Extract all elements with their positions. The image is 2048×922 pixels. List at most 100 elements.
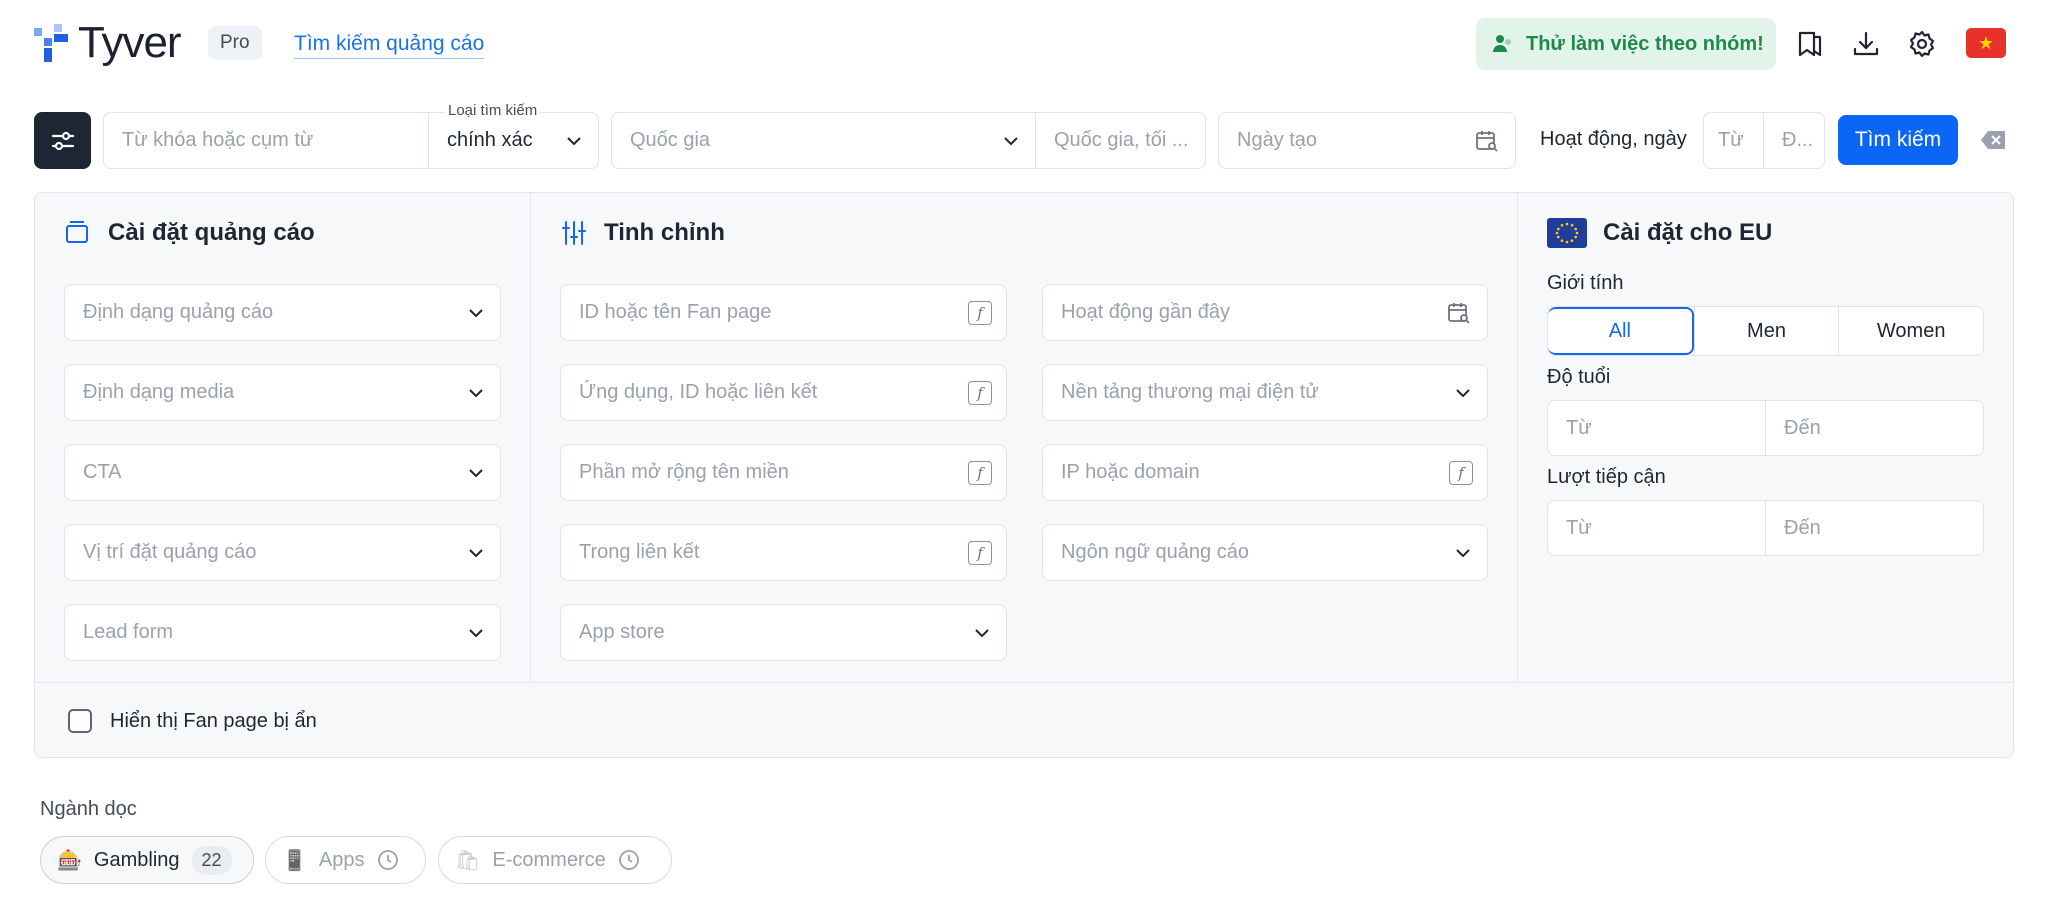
- ecommerce-platform-select[interactable]: Nền tảng thương mại điện tử: [1042, 364, 1488, 421]
- panel-divider: [1517, 193, 1518, 682]
- ad-settings-icon: [66, 221, 88, 243]
- logo-text[interactable]: Tyver: [78, 18, 182, 68]
- chevron-down-icon: [469, 388, 483, 397]
- country-extra-placeholder: Quốc gia, tối ...: [1054, 129, 1189, 151]
- filters-toggle-button[interactable]: [34, 112, 91, 169]
- refine-title: Tinh chỉnh: [604, 219, 725, 246]
- verticals-label: Ngành dọc: [40, 798, 137, 820]
- chevron-down-icon: [1456, 548, 1470, 557]
- formula-icon: f: [968, 380, 992, 405]
- domain-extension-placeholder: Phần mở rộng tên miền: [579, 461, 789, 483]
- age-from-input[interactable]: Từ: [1548, 401, 1765, 455]
- in-link-input[interactable]: Trong liên kết f: [560, 524, 1007, 581]
- vertical-chip-label: E-commerce: [492, 848, 606, 871]
- app-link-placeholder: Ứng dụng, ID hoặc liên kết: [579, 381, 818, 403]
- search-button[interactable]: Tìm kiếm: [1838, 115, 1958, 165]
- gender-segmented-control: All Men Women: [1547, 306, 1984, 356]
- ad-format-placeholder: Định dạng quảng cáo: [83, 301, 274, 323]
- lead-form-placeholder: Lead form: [83, 621, 174, 643]
- cta-select[interactable]: CTA: [64, 444, 501, 501]
- bookmarks-icon[interactable]: [1790, 24, 1830, 64]
- active-days-label: Hoạt động, ngày: [1540, 128, 1687, 150]
- keyword-placeholder: Từ khóa hoặc cụm từ: [122, 129, 314, 151]
- active-from-input[interactable]: Từ: [1703, 112, 1764, 169]
- nav-ad-search-link[interactable]: Tìm kiếm quảng cáo: [294, 30, 485, 59]
- chevron-down-icon: [567, 136, 581, 145]
- app-store-placeholder: App store: [579, 621, 665, 643]
- country-extra-input[interactable]: Quốc gia, tối ...: [1035, 112, 1206, 169]
- recent-activity-input[interactable]: Hoạt động gần đây: [1042, 284, 1488, 341]
- reach-from-input[interactable]: Từ: [1548, 501, 1765, 555]
- domain-extension-input[interactable]: Phần mở rộng tên miền f: [560, 444, 1007, 501]
- chevron-down-icon: [469, 468, 483, 477]
- reach-to-input[interactable]: Đến: [1765, 501, 1983, 555]
- ad-language-select[interactable]: Ngôn ngữ quảng cáo: [1042, 524, 1488, 581]
- slot-machine-icon: 🎰: [57, 849, 82, 872]
- keyword-input[interactable]: Từ khóa hoặc cụm từ: [103, 112, 429, 169]
- ip-domain-placeholder: IP hoặc domain: [1061, 461, 1200, 483]
- team-trial-button[interactable]: Thử làm việc theo nhóm!: [1476, 18, 1776, 70]
- formula-icon: f: [968, 460, 992, 485]
- clock-icon: [377, 850, 398, 870]
- search-type-value: chính xác: [447, 129, 533, 151]
- country-placeholder: Quốc gia: [630, 129, 711, 151]
- active-to-placeholder: Đ...: [1782, 129, 1814, 151]
- active-to-input[interactable]: Đ...: [1763, 112, 1825, 169]
- cta-placeholder: CTA: [83, 461, 122, 483]
- vertical-chip-apps[interactable]: 📱 Apps: [265, 836, 426, 884]
- ip-domain-input[interactable]: IP hoặc domain f: [1042, 444, 1488, 501]
- person-icon: [1493, 35, 1511, 52]
- vertical-chip-label: Apps: [318, 848, 365, 871]
- chevron-down-icon: [1004, 136, 1018, 145]
- chevron-down-icon: [469, 548, 483, 557]
- ad-language-placeholder: Ngôn ngữ quảng cáo: [1061, 541, 1249, 563]
- app-store-select[interactable]: App store: [560, 604, 1007, 661]
- fanpage-input[interactable]: ID hoặc tên Fan page f: [560, 284, 1007, 341]
- gender-option-all[interactable]: All: [1548, 307, 1694, 355]
- age-label: Độ tuổi: [1547, 366, 1611, 388]
- vertical-count-badge: 22: [191, 845, 232, 875]
- app-link-input[interactable]: Ứng dụng, ID hoặc liên kết f: [560, 364, 1007, 421]
- hidden-fanpage-checkbox[interactable]: [68, 709, 92, 733]
- active-from-placeholder: Từ: [1718, 129, 1744, 151]
- search-type-select[interactable]: chính xác: [428, 112, 599, 169]
- placement-select[interactable]: Vị trí đặt quảng cáo: [64, 524, 501, 581]
- hidden-fanpage-label[interactable]: Hiển thị Fan page bị ẩn: [110, 710, 317, 733]
- formula-icon: f: [968, 300, 992, 325]
- chevron-down-icon: [1456, 388, 1470, 397]
- vertical-chip-ecommerce[interactable]: 🛍 E-commerce: [438, 836, 672, 884]
- chevron-down-icon: [469, 628, 483, 637]
- age-to-input[interactable]: Đến: [1765, 401, 1983, 455]
- chevron-down-icon: [469, 308, 483, 317]
- ad-format-select[interactable]: Định dạng quảng cáo: [64, 284, 501, 341]
- reach-range: Từ Đến: [1547, 500, 1984, 556]
- created-date-input[interactable]: Ngày tạo: [1218, 112, 1516, 169]
- sliders-icon: [51, 131, 74, 150]
- created-date-placeholder: Ngày tạo: [1237, 129, 1318, 151]
- gender-option-men[interactable]: Men: [1693, 307, 1839, 355]
- panel-divider: [530, 193, 531, 682]
- calendar-search-icon: [1476, 130, 1498, 152]
- vertical-chip-gambling[interactable]: 🎰 Gambling 22: [40, 836, 254, 884]
- phone-icon: 📱: [282, 849, 307, 872]
- media-format-placeholder: Định dạng media: [83, 381, 235, 403]
- vertical-chip-label: Gambling: [93, 848, 180, 871]
- calendar-search-icon: [1448, 302, 1470, 324]
- age-range: Từ Đến: [1547, 400, 1984, 456]
- formula-icon: f: [1449, 460, 1473, 485]
- download-icon[interactable]: [1846, 24, 1886, 64]
- recent-activity-placeholder: Hoạt động gần đây: [1061, 301, 1231, 323]
- placement-placeholder: Vị trí đặt quảng cáo: [83, 541, 257, 563]
- gender-option-women[interactable]: Women: [1838, 307, 1983, 355]
- lead-form-select[interactable]: Lead form: [64, 604, 501, 661]
- country-select[interactable]: Quốc gia: [611, 112, 1036, 169]
- gear-icon[interactable]: [1902, 24, 1942, 64]
- ad-settings-title: Cài đặt quảng cáo: [108, 219, 315, 246]
- search-type-label: Loại tìm kiếm: [445, 103, 541, 119]
- reach-label: Lượt tiếp cận: [1547, 466, 1666, 488]
- media-format-select[interactable]: Định dạng media: [64, 364, 501, 421]
- clear-icon[interactable]: [1980, 130, 2006, 150]
- pro-badge: Pro: [208, 26, 262, 60]
- vietnam-flag-icon[interactable]: ★: [1966, 28, 2006, 58]
- fanpage-placeholder: ID hoặc tên Fan page: [579, 301, 772, 323]
